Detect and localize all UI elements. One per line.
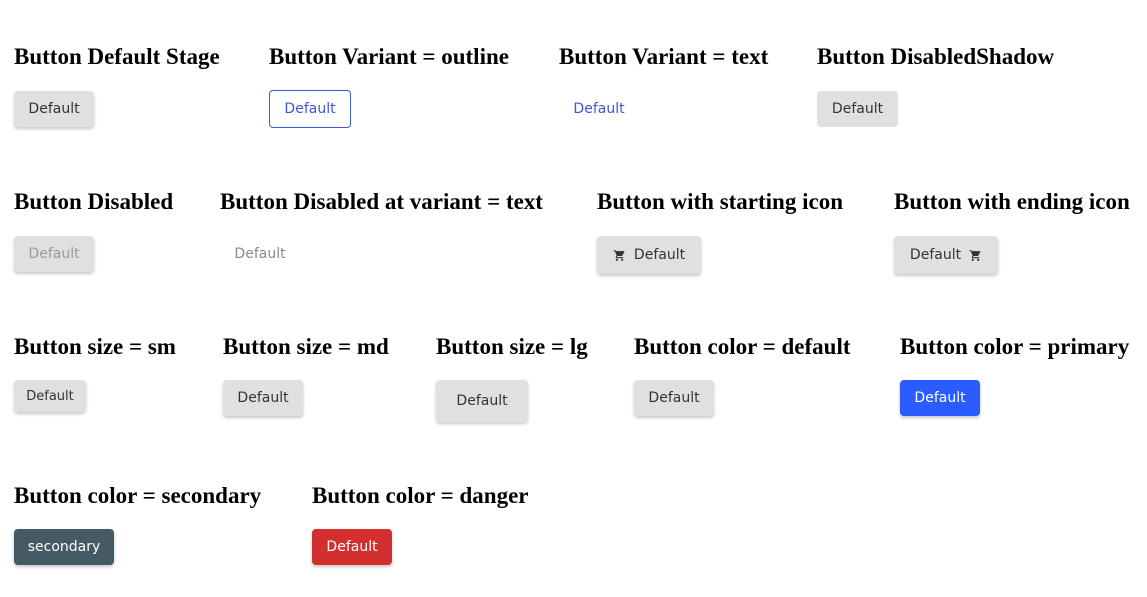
- section-size-sm: Button size = sm Default: [14, 333, 176, 412]
- button-label: Default: [909, 247, 962, 263]
- section-title: Button DisabledShadow: [817, 44, 1055, 69]
- section-title: Button size = sm: [14, 334, 176, 359]
- section-title: Button Variant = outline: [269, 44, 509, 69]
- section-title: Button color = default: [634, 334, 851, 359]
- section-color-primary: Button color = primary Default: [900, 333, 1130, 416]
- section-title: Button color = danger: [312, 483, 529, 508]
- section-title: Button Default Stage: [14, 44, 220, 69]
- section-ending-icon: Button with ending icon Default: [894, 188, 1130, 274]
- section-title: Button with starting icon: [597, 189, 843, 214]
- section-disabled-text: Button Disabled at variant = text Defaul…: [220, 188, 543, 262]
- end-icon-button[interactable]: Default: [894, 236, 998, 274]
- no-shadow-button[interactable]: Default: [817, 91, 898, 127]
- large-button[interactable]: Default: [436, 380, 528, 422]
- section-starting-icon: Button with starting icon Default: [597, 188, 843, 274]
- section-size-lg: Button size = lg Default: [436, 333, 588, 422]
- section-variant-outline: Button Variant = outline Default: [269, 43, 509, 128]
- section-title: Button Disabled: [14, 189, 174, 214]
- section-disabled-shadow: Button DisabledShadow Default: [817, 43, 1055, 127]
- section-title: Button size = md: [223, 334, 389, 359]
- small-button[interactable]: Default: [14, 380, 86, 412]
- danger-button[interactable]: Default: [312, 529, 392, 565]
- secondary-button[interactable]: secondary: [14, 529, 114, 565]
- section-title: Button Disabled at variant = text: [220, 189, 543, 214]
- section-title: Button size = lg: [436, 334, 588, 359]
- primary-button[interactable]: Default: [900, 380, 980, 416]
- outline-button[interactable]: Default: [269, 90, 351, 128]
- section-title: Button color = secondary: [14, 483, 262, 508]
- section-title: Button Variant = text: [559, 44, 769, 69]
- section-disabled: Button Disabled Default: [14, 188, 174, 272]
- cart-icon: [613, 249, 625, 261]
- cart-icon: [969, 249, 981, 261]
- section-color-default: Button color = default Default: [634, 333, 851, 416]
- section-color-secondary: Button color = secondary secondary: [14, 482, 262, 565]
- text-button[interactable]: Default: [559, 91, 639, 127]
- section-color-danger: Button color = danger Default: [312, 482, 529, 565]
- section-default-stage: Button Default Stage Default: [14, 43, 220, 127]
- section-title: Button color = primary: [900, 334, 1130, 359]
- section-size-md: Button size = md Default: [223, 333, 389, 416]
- disabled-button[interactable]: Default: [14, 236, 94, 272]
- start-icon-button[interactable]: Default: [597, 236, 701, 274]
- section-variant-text: Button Variant = text Default: [559, 43, 769, 117]
- section-title: Button with ending icon: [894, 189, 1130, 214]
- disabled-text-button[interactable]: Default: [220, 236, 300, 272]
- default-color-button[interactable]: Default: [634, 380, 714, 416]
- default-button[interactable]: Default: [14, 91, 94, 127]
- medium-button[interactable]: Default: [223, 380, 303, 416]
- button-label: Default: [633, 247, 686, 263]
